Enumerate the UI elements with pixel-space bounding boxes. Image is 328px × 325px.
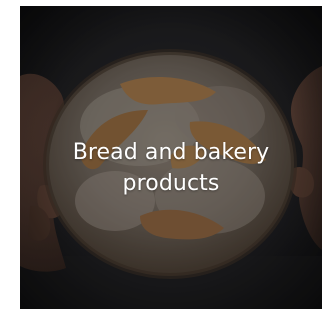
category-title-line1: Bread and bakery — [72, 140, 270, 165]
category-title-line2: products — [122, 171, 220, 196]
category-card-bread-bakery[interactable]: Bread and bakery products — [20, 6, 322, 309]
category-title: Bread and bakery products — [20, 137, 322, 199]
